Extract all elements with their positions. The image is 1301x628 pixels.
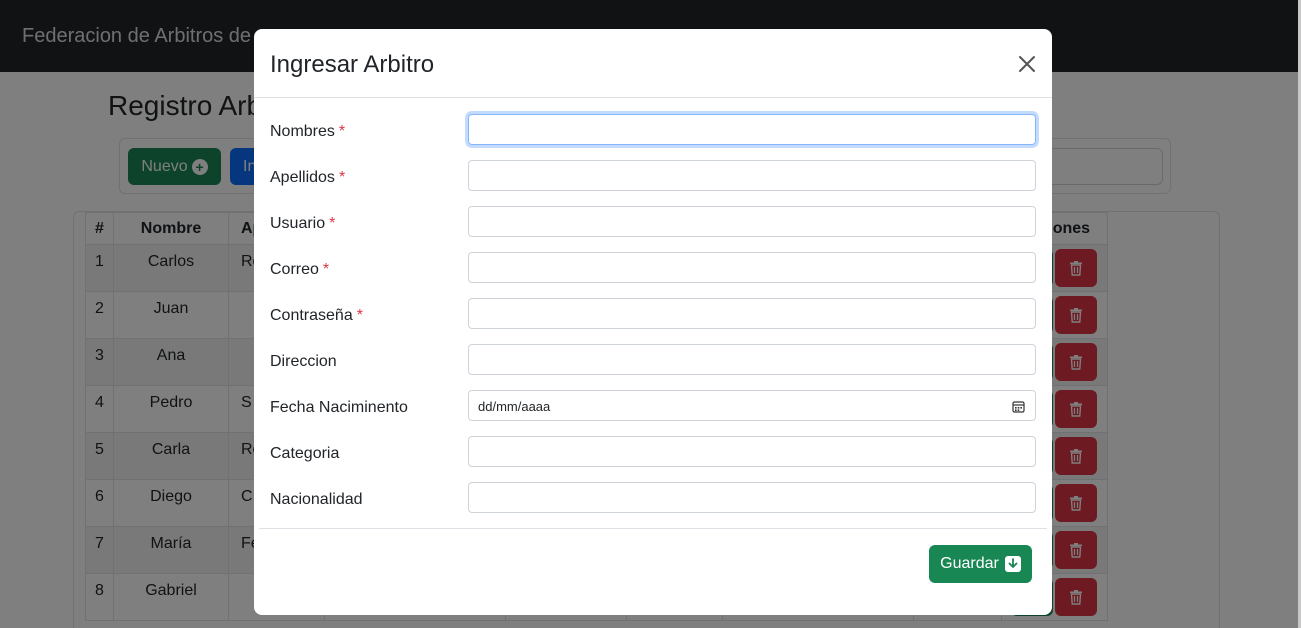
download-icon	[1004, 556, 1021, 572]
save-button-label: Guardar	[940, 555, 999, 572]
field-label: Contraseña *	[270, 307, 363, 324]
close-button[interactable]	[1014, 51, 1040, 77]
field-label: Nacionalidad	[270, 491, 363, 508]
nacionalidad-input[interactable]	[468, 482, 1036, 513]
nombres-input[interactable]	[468, 114, 1036, 145]
field-label: Usuario *	[270, 215, 336, 232]
field-label: Categoria	[270, 445, 340, 462]
field-label: Nombres *	[270, 123, 346, 140]
field-row-direccion: Direccion	[270, 344, 1036, 375]
field-row-fecha: Fecha Naciminento dd/mm/aaaa	[270, 390, 1036, 421]
modal-header: Ingresar Arbitro	[254, 29, 1052, 98]
field-row-nombres: Nombres *	[270, 114, 1036, 145]
field-row-correo: Correo *	[270, 252, 1036, 283]
field-row-categoria: Categoria	[270, 436, 1036, 467]
fecha-nacimiento-input[interactable]: dd/mm/aaaa	[468, 390, 1036, 421]
save-button[interactable]: Guardar	[929, 545, 1032, 583]
field-label: Direccion	[270, 353, 337, 370]
apellidos-input[interactable]	[468, 160, 1036, 191]
calendar-icon[interactable]	[1012, 400, 1025, 413]
direccion-input[interactable]	[468, 344, 1036, 375]
field-label: Fecha Naciminento	[270, 399, 408, 416]
field-row-contrasena: Contraseña *	[270, 298, 1036, 329]
field-label: Apellidos *	[270, 169, 346, 186]
usuario-input[interactable]	[468, 206, 1036, 237]
modal-footer-divider	[259, 528, 1047, 529]
categoria-input[interactable]	[468, 436, 1036, 467]
field-row-usuario: Usuario *	[270, 206, 1036, 237]
field-row-apellidos: Apellidos *	[270, 160, 1036, 191]
add-referee-modal: Ingresar Arbitro Nombres * Apellidos * Usu…	[254, 29, 1052, 615]
close-icon	[1019, 56, 1035, 72]
field-row-nacionalidad: Nacionalidad	[270, 482, 1036, 513]
contrasena-input[interactable]	[468, 298, 1036, 329]
modal-title: Ingresar Arbitro	[270, 51, 435, 78]
field-label: Correo *	[270, 261, 330, 278]
date-placeholder: dd/mm/aaaa	[478, 399, 551, 414]
correo-input[interactable]	[468, 252, 1036, 283]
